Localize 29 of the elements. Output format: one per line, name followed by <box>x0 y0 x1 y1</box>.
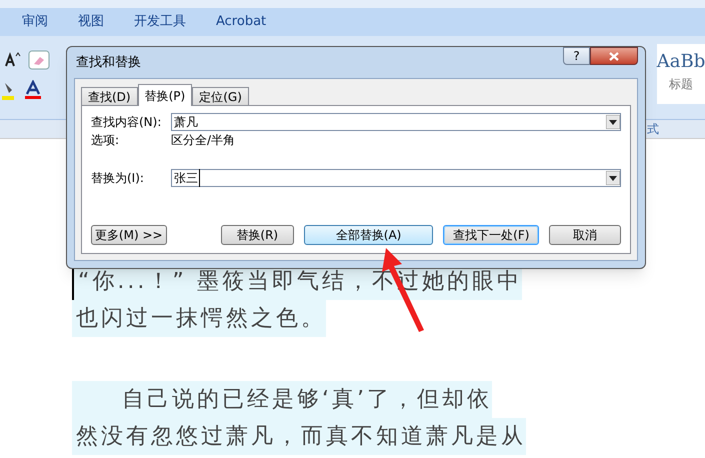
style-caption: 标题 <box>669 76 693 93</box>
dialog-button[interactable]: 取消 <box>549 225 621 245</box>
close-icon <box>609 52 619 60</box>
find-field[interactable]: 萧凡 <box>171 113 621 131</box>
find-label: 查找内容(N): <box>91 114 162 131</box>
dialog-button[interactable]: 全部替换(A) <box>304 225 434 245</box>
dialog-tab[interactable]: 查找(D) <box>81 87 138 105</box>
dialog-button[interactable]: 替换(R) <box>220 225 294 245</box>
options-value: 区分全/半角 <box>171 132 236 149</box>
highlighter-icon[interactable] <box>2 80 16 100</box>
close-button[interactable] <box>590 47 638 65</box>
dialog-button[interactable]: 更多(M) >> <box>91 225 166 245</box>
font-color-icon[interactable] <box>22 80 44 100</box>
dialog-tab[interactable]: 替换(P) <box>138 84 192 106</box>
replace-field[interactable]: 张三 <box>171 169 621 187</box>
group-label: 式 <box>647 121 659 138</box>
ribbon-tab[interactable]: 视图 <box>78 12 104 32</box>
dialog-title: 查找和替换 <box>75 54 141 72</box>
dialog-button[interactable]: 查找下一处(F) <box>443 225 540 245</box>
dropdown-arrow-icon[interactable] <box>606 115 620 129</box>
style-sample[interactable]: AaBb <box>656 48 705 75</box>
options-label: 选项: <box>91 132 120 149</box>
help-button[interactable]: ? <box>563 47 590 65</box>
replace-label: 替换为(I): <box>91 170 145 187</box>
ribbon-tab[interactable]: Acrobat <box>216 12 266 32</box>
ribbon-tab[interactable]: 审阅 <box>22 12 48 32</box>
dialog-tab[interactable]: 定位(G) <box>192 87 249 105</box>
ribbon-tab[interactable]: 开发工具 <box>134 12 186 32</box>
dropdown-arrow-icon[interactable] <box>606 171 620 185</box>
